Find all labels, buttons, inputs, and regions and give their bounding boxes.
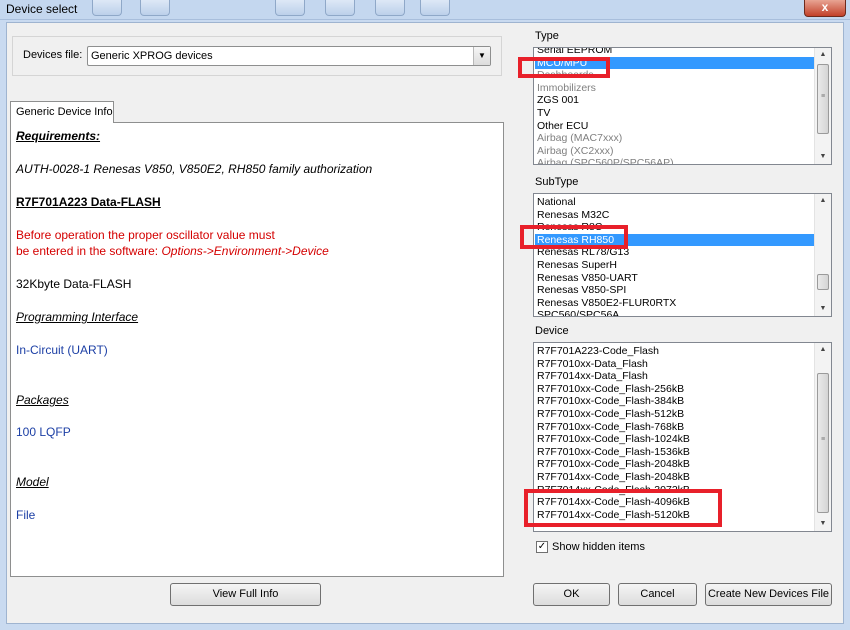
packages-value: 100 LQFP [16, 425, 71, 439]
list-item[interactable]: Serial EEPROM [535, 48, 815, 57]
scroll-down-icon[interactable]: ▼ [815, 517, 831, 531]
list-item[interactable]: Airbag (MAC7xxx) [535, 132, 815, 145]
chevron-down-icon[interactable]: ▼ [473, 47, 490, 65]
device-title: R7F701A223 Data-FLASH [16, 195, 161, 209]
list-item[interactable]: R7F7014xx-Data_Flash [535, 370, 815, 383]
type-label: Type [535, 30, 559, 42]
devices-file-dropdown[interactable]: Generic XPROG devices ▼ [87, 46, 491, 66]
toolbar-grid-icon[interactable] [375, 0, 405, 16]
warning-path: Options->Environment->Device [161, 244, 329, 258]
type-scrollbar[interactable]: ▲ ≡ ▼ [814, 48, 831, 164]
list-item[interactable]: Renesas V850-UART [535, 272, 815, 285]
scroll-thumb[interactable] [817, 274, 829, 290]
list-item[interactable]: R7F7010xx-Code_Flash-1024kB [535, 433, 815, 446]
list-item[interactable]: R7F7010xx-Code_Flash-512kB [535, 408, 815, 421]
auth-text: AUTH-0028-1 Renesas V850, V850E2, RH850 … [16, 162, 373, 176]
packages-label: Packages [16, 393, 69, 407]
list-item[interactable]: R7F7010xx-Code_Flash-1536kB [535, 446, 815, 459]
list-item[interactable]: Other ECU [535, 120, 815, 133]
warning-line-2: be entered in the software: Options->Env… [16, 244, 329, 258]
list-item[interactable]: R7F7014xx-Code_Flash-2048kB [535, 471, 815, 484]
show-hidden-label[interactable]: Show hidden items [552, 541, 645, 553]
view-full-info-button[interactable]: View Full Info [170, 583, 321, 606]
highlight-box-type [518, 57, 610, 78]
prog-interface-label: Programming Interface [16, 310, 139, 324]
title-bar: Device select x [0, 0, 850, 20]
toolbar-edit-icon[interactable] [92, 0, 122, 16]
highlight-box-device [524, 489, 722, 527]
list-item[interactable]: R7F7010xx-Code_Flash-384kB [535, 395, 815, 408]
list-item[interactable]: Renesas SuperH [535, 259, 815, 272]
device-scrollbar[interactable]: ▲ ≡ ▼ [814, 343, 831, 531]
devices-file-panel: Devices file: Generic XPROG devices ▼ [12, 36, 502, 76]
list-item[interactable]: R7F701A223-Code_Flash [535, 345, 815, 358]
device-info-panel: Requirements: AUTH-0028-1 Renesas V850, … [10, 122, 504, 577]
toolbar-info-icon[interactable] [420, 0, 450, 16]
requirements-heading: Requirements: [16, 129, 101, 143]
list-item[interactable]: Renesas V850E2-FLUR0RTX [535, 297, 815, 310]
cancel-button[interactable]: Cancel [618, 583, 697, 606]
show-hidden-checkbox[interactable]: ✓ [536, 541, 548, 553]
list-item[interactable]: Airbag (SPC560P/SPC56AP) [535, 157, 815, 164]
list-item[interactable]: Renesas V850-SPI [535, 284, 815, 297]
scroll-up-icon[interactable]: ▲ [815, 48, 831, 62]
highlight-box-subtype [520, 225, 628, 249]
window-title: Device select [6, 2, 78, 16]
size-text: 32Kbyte Data-FLASH [16, 277, 132, 291]
tab-generic-device-info[interactable]: Generic Device Info [10, 101, 114, 123]
scroll-down-icon[interactable]: ▼ [815, 150, 831, 164]
scroll-thumb[interactable]: ≡ [817, 64, 829, 134]
create-devices-file-button[interactable]: Create New Devices File [705, 583, 832, 606]
ok-button[interactable]: OK [533, 583, 610, 606]
subtype-list: National Renesas M32C Renesas R8C Renesas R… [535, 196, 815, 316]
device-label: Device [535, 325, 569, 337]
subtype-label: SubType [535, 176, 579, 188]
list-item[interactable]: TV [535, 107, 815, 120]
devices-file-value: Generic XPROG devices [91, 50, 213, 62]
list-item[interactable]: R7F7010xx-Data_Flash [535, 358, 815, 371]
prog-interface-value: In-Circuit (UART) [16, 343, 108, 357]
scroll-down-icon[interactable]: ▼ [815, 302, 831, 316]
toolbar-chip-icon[interactable] [325, 0, 355, 16]
list-item[interactable]: R7F7010xx-Code_Flash-768kB [535, 421, 815, 434]
subtype-scrollbar[interactable]: ▲ ▼ [814, 194, 831, 316]
subtype-listbox[interactable]: National Renesas M32C Renesas R8C Renesas R… [533, 193, 832, 317]
close-button[interactable]: x [804, 0, 846, 17]
list-item[interactable]: R7F7010xx-Code_Flash-256kB [535, 383, 815, 396]
list-item[interactable]: Renesas M32C [535, 209, 815, 222]
toolbar-back-icon[interactable] [275, 0, 305, 16]
list-item[interactable]: SPC560/SPC56A [535, 309, 815, 316]
list-item[interactable]: R7F7010xx-Code_Flash-2048kB [535, 458, 815, 471]
list-item[interactable]: Airbag (XC2xxx) [535, 145, 815, 158]
list-item[interactable]: National [535, 196, 815, 209]
tab-label: Generic Device Info [16, 106, 113, 118]
devices-file-label: Devices file: [23, 49, 83, 61]
list-item[interactable]: Immobilizers [535, 82, 815, 95]
model-label: Model [16, 475, 49, 489]
list-item[interactable]: ZGS 001 [535, 94, 815, 107]
scroll-up-icon[interactable]: ▲ [815, 194, 831, 208]
scroll-up-icon[interactable]: ▲ [815, 343, 831, 357]
toolbar-tool-icon[interactable] [140, 0, 170, 16]
warning-line-1: Before operation the proper oscillator v… [16, 228, 275, 242]
model-value: File [16, 508, 36, 522]
scroll-thumb[interactable]: ≡ [817, 373, 829, 513]
